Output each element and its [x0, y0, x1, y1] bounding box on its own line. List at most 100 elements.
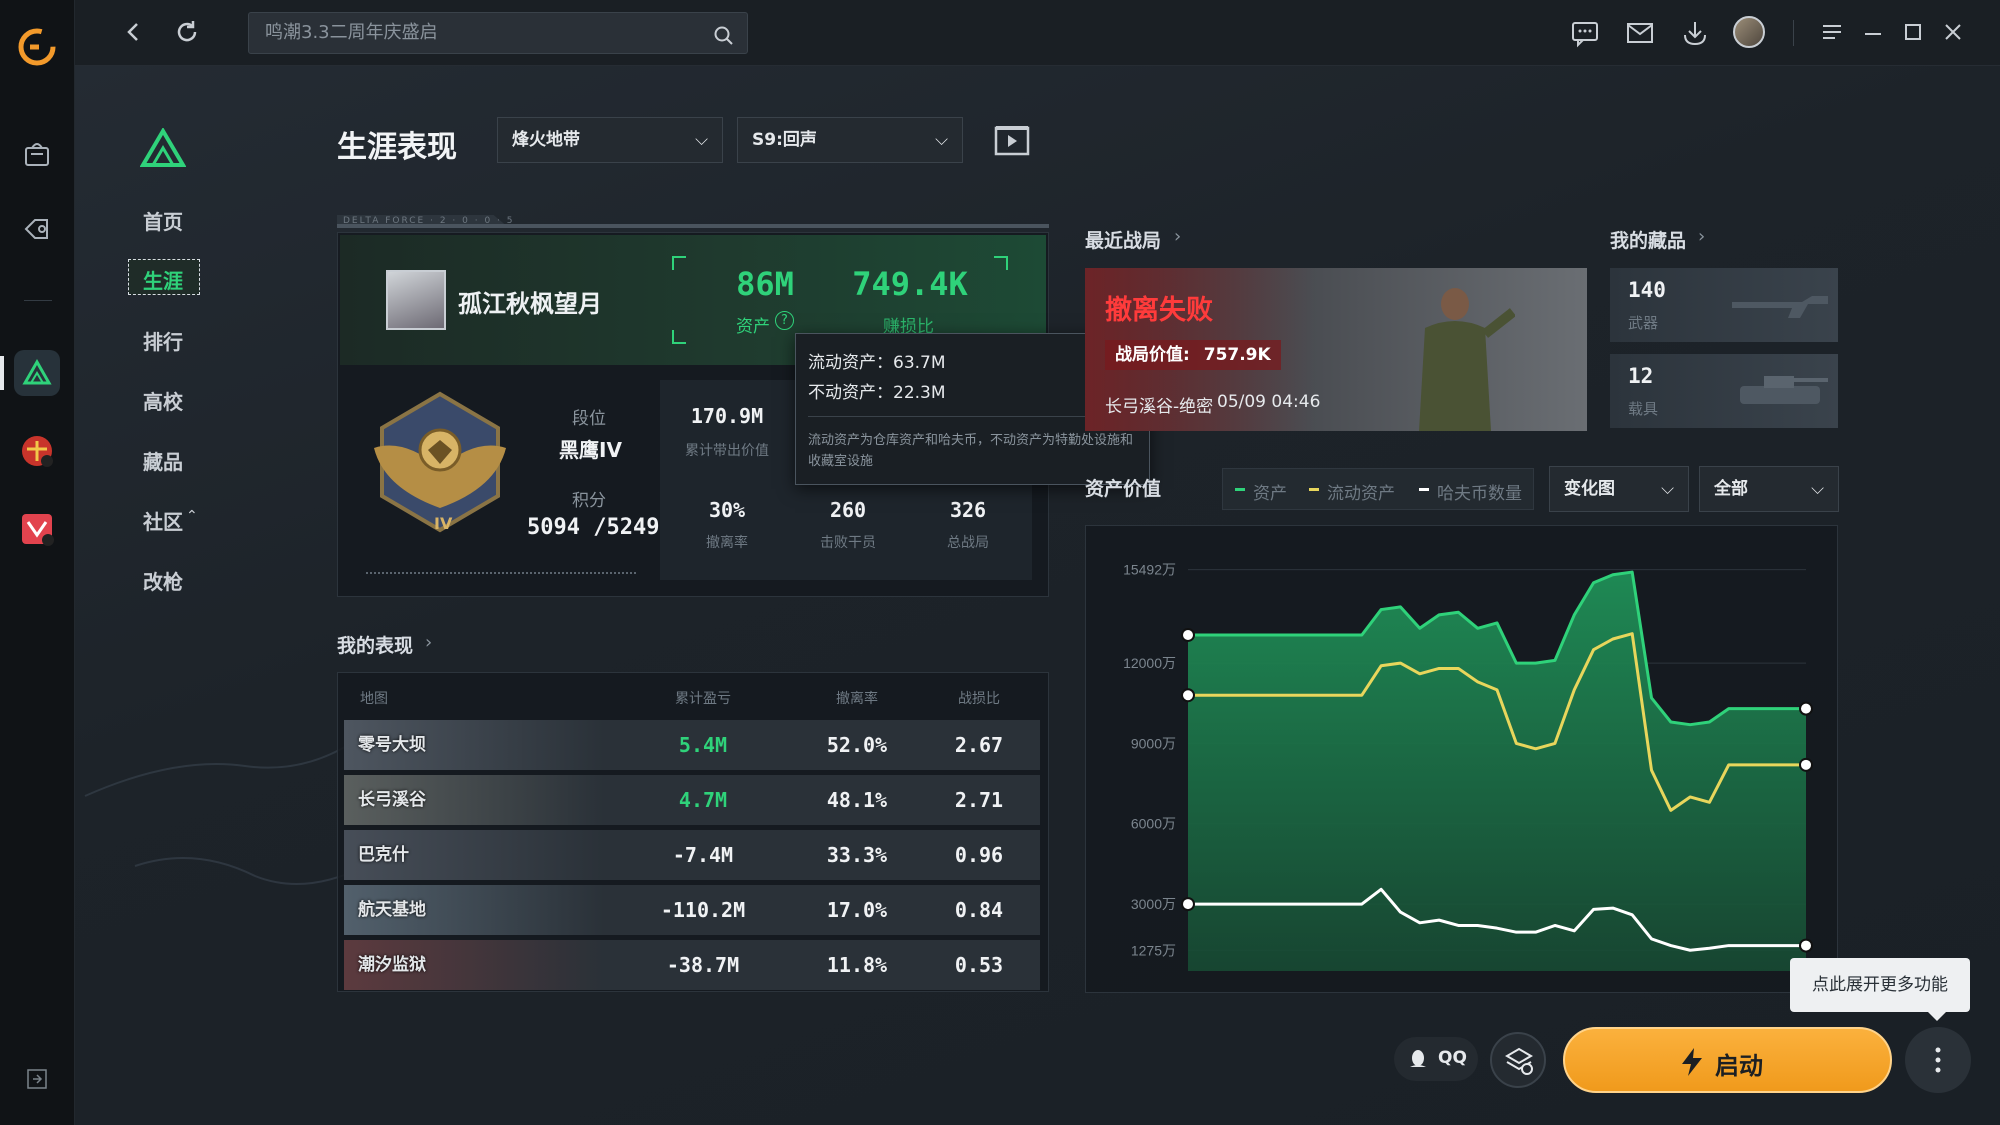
legend-label: 哈夫币数量 — [1437, 484, 1522, 504]
mail-icon[interactable] — [1625, 18, 1655, 52]
app-logo-icon[interactable] — [14, 24, 60, 70]
rail-divider — [24, 300, 52, 301]
match-time: 05/09 04:46 — [1217, 392, 1321, 412]
store-bag-icon[interactable] — [14, 130, 60, 176]
chart-view-select[interactable]: 变化图 ⌵ — [1549, 466, 1689, 512]
help-icon[interactable]: ? — [775, 311, 794, 330]
qq-login-button[interactable]: QQ — [1394, 1037, 1478, 1081]
player-avatar[interactable] — [386, 270, 446, 330]
chevron-right-icon[interactable]: › — [1698, 226, 1705, 247]
table-row[interactable]: 巴克什 -7.4M 33.3% 0.96 — [344, 830, 1040, 880]
bracket-corner — [994, 256, 1008, 270]
more-options-tooltip: 点此展开更多功能 — [1790, 958, 1970, 1012]
recent-title[interactable]: 最近战局 — [1085, 226, 1161, 253]
map-name: 零号大坝 — [358, 735, 426, 755]
chart-view-value: 变化图 — [1564, 479, 1615, 499]
y-tick-label: 3000万 — [1131, 896, 1176, 912]
y-tick-label: 12000万 — [1123, 655, 1176, 671]
performance-title[interactable]: 我的表现 — [337, 631, 413, 658]
game-tag-icon[interactable] — [14, 206, 60, 252]
table-row[interactable]: 零号大坝 5.4M 52.0% 2.67 — [344, 720, 1040, 770]
asset-chart-title: 资产价值 — [1085, 478, 1162, 500]
asset-area — [1188, 572, 1806, 971]
match-value-badge: 战局价值: 757.9K — [1105, 340, 1281, 370]
lightning-icon — [1682, 1048, 1702, 1076]
season-select[interactable]: S9:回声 ⌵ — [737, 117, 963, 163]
y-tick-label: 9000万 — [1131, 735, 1176, 751]
maximize-icon[interactable] — [1901, 20, 1925, 48]
collection-label: 载具 — [1628, 400, 1659, 418]
rate-cell: 11.8% — [826, 953, 888, 977]
chat-icon[interactable] — [1570, 18, 1600, 52]
map-name: 潮汐监狱 — [358, 955, 426, 975]
assets-value: 86M — [736, 265, 794, 303]
mode-select-value: 烽火地带 — [512, 130, 580, 150]
mode-select[interactable]: 烽火地带 ⌵ — [497, 117, 723, 163]
card-top-line — [337, 224, 1049, 228]
user-avatar[interactable] — [1733, 16, 1765, 48]
nav-ranking[interactable]: 排行 — [143, 326, 183, 355]
kd-cell: 2.67 — [954, 733, 1004, 757]
delta-force-game-icon[interactable] — [14, 350, 60, 396]
series-endpoint — [1181, 688, 1195, 703]
chevron-right-icon[interactable]: › — [425, 632, 432, 653]
nav-home[interactable]: 首页 — [143, 206, 183, 235]
launch-button[interactable]: 启动 — [1563, 1027, 1892, 1093]
app-rail — [0, 0, 75, 1125]
table-row[interactable]: 潮汐监狱 -38.7M 11.8% 0.53 — [344, 940, 1040, 990]
bracket-corner — [672, 256, 686, 270]
kd-cell: 0.53 — [954, 953, 1004, 977]
profit-cell: 5.4M — [678, 733, 728, 757]
legend-swatch — [1309, 488, 1319, 491]
layers-settings-icon — [1505, 1047, 1533, 1075]
nav-community[interactable]: 社区 — [143, 506, 183, 535]
nav-career[interactable]: 生涯 — [143, 265, 183, 294]
crossfire-game-icon[interactable] — [14, 428, 60, 474]
chart-legend: 资产 流动资产 哈夫币数量 — [1222, 468, 1534, 510]
community-expand-icon[interactable]: ⌃ — [186, 508, 198, 524]
refresh-icon[interactable] — [173, 18, 201, 50]
minimize-icon[interactable] — [1861, 20, 1885, 48]
nav-gunsmith[interactable]: 改枪 — [143, 566, 183, 595]
menu-icon[interactable] — [1820, 20, 1844, 48]
chevron-right-icon[interactable]: › — [1174, 226, 1181, 247]
legend-swatch — [1419, 488, 1429, 491]
legend-swatch — [1235, 488, 1245, 491]
legend-label: 流动资产 — [1327, 484, 1395, 504]
back-arrow-icon[interactable] — [119, 18, 147, 50]
collection-count: 140 — [1628, 278, 1666, 302]
nav-college[interactable]: 高校 — [143, 386, 183, 415]
game-settings-button[interactable] — [1490, 1032, 1546, 1088]
table-row[interactable]: 长弓溪谷 4.7M 48.1% 2.71 — [344, 775, 1040, 825]
collection-item[interactable]: 12 载具 — [1610, 354, 1838, 428]
rate-cell: 33.3% — [826, 843, 888, 867]
stat-label: 总战局 — [947, 535, 989, 551]
stat-label: 累计带出价值 — [685, 443, 769, 459]
collection-title[interactable]: 我的藏品 — [1610, 226, 1686, 253]
y-tick-label: 6000万 — [1131, 816, 1176, 832]
video-replay-icon[interactable] — [994, 122, 1030, 160]
stat-value: 170.9M — [690, 404, 764, 428]
recent-match-card[interactable]: 撤离失败 战局价值: 757.9K 长弓溪谷-绝密 05/09 04:46 — [1085, 268, 1587, 431]
collection-item[interactable]: 140 武器 — [1610, 268, 1838, 342]
more-options-button[interactable] — [1905, 1027, 1971, 1093]
table-row[interactable]: 航天基地 -110.2M 17.0% 0.84 — [344, 885, 1040, 935]
valorant-game-icon[interactable] — [14, 506, 60, 552]
search-icon[interactable] — [713, 22, 735, 62]
search-input[interactable]: 鸣潮3.3二周年庆盛启 — [248, 12, 748, 54]
close-icon[interactable] — [1941, 20, 1965, 48]
rate-cell: 48.1% — [826, 788, 888, 812]
chart-range-select[interactable]: 全部 ⌵ — [1699, 466, 1839, 512]
match-map: 长弓溪谷-绝密 — [1105, 397, 1214, 417]
collapse-sidebar-icon[interactable] — [14, 1056, 60, 1102]
nav-collection[interactable]: 藏品 — [143, 446, 183, 475]
vehicle-icon — [1740, 376, 1828, 404]
qq-penguin-icon — [1410, 1050, 1426, 1067]
season-select-value: S9:回声 — [752, 130, 817, 150]
asset-chart-panel: 15492万 12000万 9000万 6000万 3000万 1275万 — [1085, 525, 1838, 993]
tooltip-arrow — [1928, 1012, 1946, 1021]
rail-active-indicator — [0, 356, 4, 390]
download-icon[interactable] — [1680, 18, 1710, 52]
launch-label: 启动 — [1715, 1052, 1763, 1080]
tooltip-line: 流动资产：63.7M — [808, 353, 946, 373]
